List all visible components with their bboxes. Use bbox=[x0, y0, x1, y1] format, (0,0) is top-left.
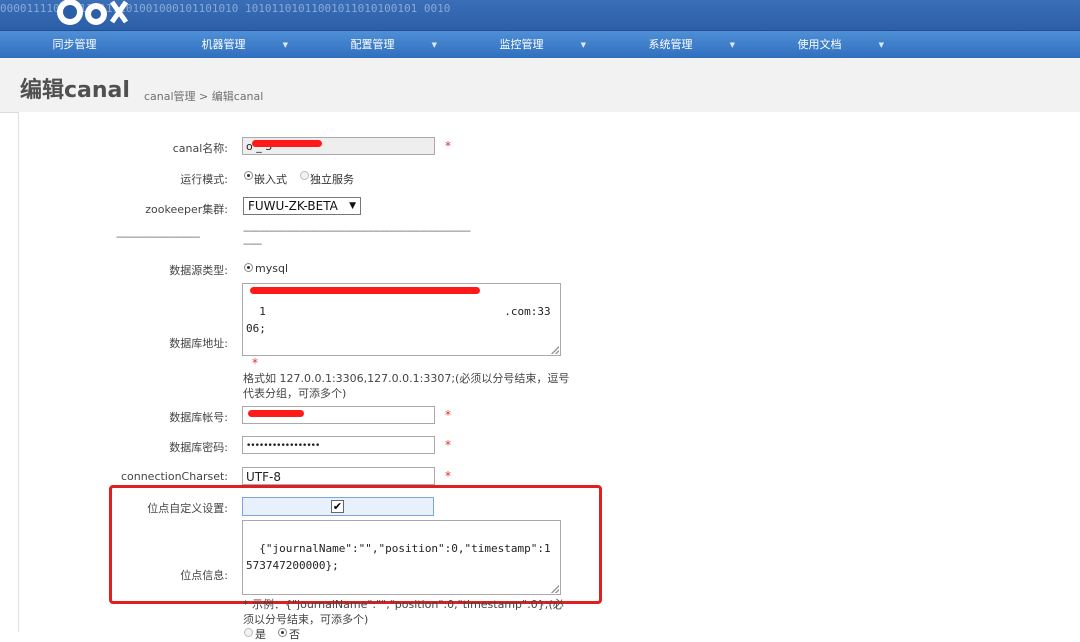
bottom-yes-radio[interactable] bbox=[244, 628, 253, 637]
required-mark: * bbox=[445, 408, 451, 422]
bottom-yes-label: 是 bbox=[255, 628, 266, 641]
chevron-down-icon: ▼ bbox=[878, 41, 884, 49]
db-password-label: 数据库密码: bbox=[169, 441, 228, 454]
top-banner: 0000111100 0111111101001000101101010 101… bbox=[0, 0, 1080, 30]
position-info-textarea[interactable]: {"journalName":"","position":0,"timestam… bbox=[242, 520, 561, 595]
datasource-mysql-radio[interactable] bbox=[244, 263, 253, 272]
nav-item-system[interactable]: 系统管理 ▼ bbox=[596, 31, 745, 58]
nav-item-label: 配置管理 bbox=[350, 38, 395, 51]
position-custom-label: 位点自定义设置: bbox=[147, 502, 228, 515]
db-address-label: 数据库地址: bbox=[169, 337, 228, 350]
run-mode-label: 运行模式: bbox=[180, 173, 228, 186]
required-mark: * bbox=[252, 356, 258, 370]
run-mode-embedded-label: 嵌入式 bbox=[254, 173, 287, 186]
required-mark: * bbox=[445, 438, 451, 452]
nav-item-docs[interactable]: 使用文档 ▼ bbox=[745, 31, 894, 58]
page-header: 编辑canal canal管理 > 编辑canal bbox=[0, 58, 1080, 113]
db-address-hint: 格式如 127.0.0.1:3306,127.0.0.1:3307;(必须以分号… bbox=[243, 372, 570, 400]
nav-item-label: 使用文档 bbox=[797, 38, 842, 51]
nav-item-label: 监控管理 bbox=[499, 38, 544, 51]
resize-grip-icon[interactable] bbox=[551, 585, 559, 593]
position-custom-field[interactable]: ✔ bbox=[242, 497, 434, 516]
charset-input[interactable]: UTF-8 bbox=[242, 467, 435, 485]
db-address-value: 1 .com:3306; bbox=[246, 305, 551, 335]
zookeeper-select-value: FUWU-ZK-BETA bbox=[248, 199, 338, 213]
position-custom-checkbox[interactable]: ✔ bbox=[331, 500, 344, 513]
redaction-mark bbox=[248, 410, 304, 417]
bottom-no-radio[interactable] bbox=[278, 628, 287, 637]
nav-item-monitor[interactable]: 监控管理 ▼ bbox=[447, 31, 596, 58]
nav-item-label: 机器管理 bbox=[201, 38, 246, 51]
chevron-down-icon: ▼ bbox=[431, 41, 437, 49]
redaction-mark bbox=[250, 287, 480, 294]
bottom-no-label: 否 bbox=[289, 628, 300, 641]
chevron-down-icon: ▼ bbox=[580, 41, 586, 49]
position-info-value: {"journalName":"","position":0,"timestam… bbox=[246, 542, 551, 572]
position-info-hint: * 示例：{"journalName":"","position":0,"tim… bbox=[243, 598, 564, 626]
zookeeper-label: zookeeper集群: bbox=[145, 203, 228, 216]
resize-grip-icon[interactable] bbox=[551, 346, 559, 354]
canal-name-label: canal名称: bbox=[172, 142, 228, 155]
run-mode-standalone-label: 独立服务 bbox=[310, 173, 354, 186]
db-account-label: 数据库帐号: bbox=[169, 411, 228, 424]
redaction-mark bbox=[252, 140, 322, 147]
nav-item-label: 同步管理 bbox=[52, 38, 97, 51]
run-mode-standalone-radio[interactable] bbox=[300, 171, 309, 180]
separator-right-tail: ------- bbox=[243, 239, 262, 250]
datasource-type-label: 数据源类型: bbox=[169, 264, 228, 277]
chevron-down-icon: ▼ bbox=[282, 41, 288, 49]
otter-logo-icon bbox=[57, 0, 129, 25]
nav-item-sync[interactable]: 同步管理 bbox=[0, 31, 149, 58]
separator-left: -------------------------------- bbox=[116, 232, 200, 243]
charset-label: connectionCharset: bbox=[120, 470, 228, 483]
run-mode-embedded-radio[interactable] bbox=[244, 171, 253, 180]
breadcrumb: canal管理 > 编辑canal bbox=[144, 90, 264, 103]
zookeeper-select[interactable]: FUWU-ZK-BETA ▼ bbox=[243, 197, 361, 215]
nav-item-label: 系统管理 bbox=[648, 38, 693, 51]
required-mark: * bbox=[445, 139, 451, 153]
db-password-input[interactable]: ••••••••••••••••• bbox=[242, 436, 435, 454]
page-title: 编辑canal bbox=[20, 78, 130, 103]
main-navbar: 同步管理 机器管理 ▼ 配置管理 ▼ 监控管理 ▼ 系统管理 ▼ 使用文档 ▼ bbox=[0, 30, 1080, 58]
nav-item-config[interactable]: 配置管理 ▼ bbox=[298, 31, 447, 58]
chevron-down-icon: ▼ bbox=[729, 41, 735, 49]
checkmark-icon: ✔ bbox=[332, 500, 343, 513]
position-info-label: 位点信息: bbox=[180, 569, 228, 582]
required-mark: * bbox=[445, 469, 451, 483]
nav-item-machines[interactable]: 机器管理 ▼ bbox=[149, 31, 298, 58]
separator-right: ----------------------------------------… bbox=[243, 226, 471, 237]
datasource-mysql-label: mysql bbox=[255, 262, 288, 275]
chevron-down-icon: ▼ bbox=[349, 201, 356, 211]
